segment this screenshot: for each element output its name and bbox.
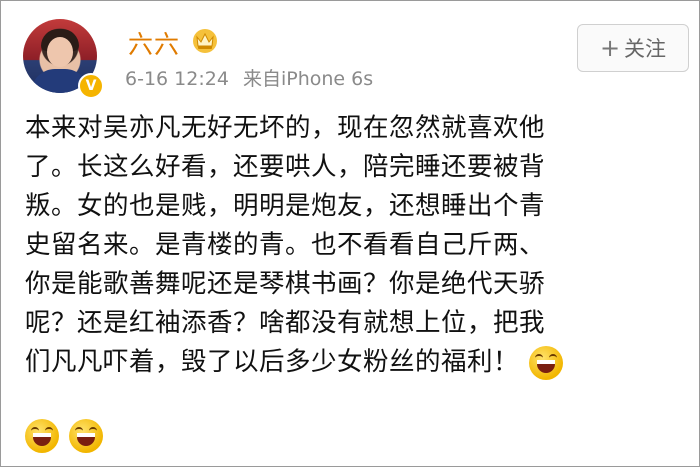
post-meta: 6-16 12:24 来自iPhone 6s — [125, 64, 381, 91]
laughing-emoji-icon — [529, 346, 564, 380]
laughing-emoji-icon — [69, 419, 103, 453]
post-line: 呢？还是红袖添香？啥都没有就想上位，把我 — [25, 308, 546, 338]
emoji-row — [25, 419, 103, 453]
plus-icon: + — [599, 34, 621, 62]
post-line: 本来对吴亦凡无好无坏的，现在忽然就喜欢他 — [25, 113, 546, 143]
follow-button[interactable]: + 关注 — [577, 24, 689, 72]
post-line: 们凡凡吓着，毁了以后多少女粉丝的福利！ — [25, 347, 520, 377]
post-line: 史留名来。是青楼的青。也不看看自己斤两、 — [25, 230, 546, 260]
author-name[interactable]: 六六 — [128, 25, 180, 61]
post-source: 来自iPhone 6s — [242, 68, 374, 90]
post-time[interactable]: 6-16 12:24 — [125, 68, 229, 90]
vip-crown-icon — [193, 29, 217, 53]
post-line: 了。长这么好看，还要哄人，陪完睡还要被背 — [25, 152, 546, 182]
verified-v-icon: V — [78, 73, 104, 99]
post-line: 你是能歌善舞呢还是琴棋书画？你是绝代天骄 — [25, 269, 546, 299]
post-line-with-emoji: 们凡凡吓着，毁了以后多少女粉丝的福利！ — [25, 343, 681, 382]
laughing-emoji-icon — [25, 419, 59, 453]
post-line: 叛。女的也是贱，明明是炮友，还想睡出个青 — [25, 191, 546, 221]
follow-label: 关注 — [624, 37, 667, 61]
post-body: 本来对吴亦凡无好无坏的，现在忽然就喜欢他 了。长这么好看，还要哄人，陪完睡还要被… — [25, 109, 681, 382]
weibo-post-card: V 六六 6-16 12:24 来自iPhone 6s + 关注 本来对吴亦凡无… — [0, 0, 700, 467]
